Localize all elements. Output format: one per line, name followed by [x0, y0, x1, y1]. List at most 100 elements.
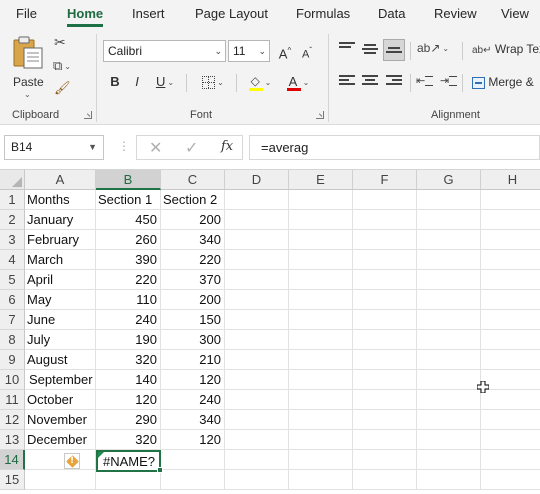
- cell-section-2[interactable]: 240: [161, 390, 225, 410]
- tab-page-layout[interactable]: Page Layout: [195, 6, 268, 21]
- cell-section-1[interactable]: 260: [96, 230, 161, 250]
- column-header-b[interactable]: B: [96, 170, 161, 190]
- cell-month[interactable]: June: [25, 310, 96, 330]
- tab-review[interactable]: Review: [434, 6, 477, 21]
- row-header[interactable]: 12: [0, 410, 25, 430]
- empty-cell[interactable]: [289, 310, 353, 330]
- cell-section-1[interactable]: 120: [96, 390, 161, 410]
- empty-cell[interactable]: [161, 470, 225, 490]
- empty-cell[interactable]: [417, 430, 481, 450]
- bold-button[interactable]: B: [107, 71, 123, 93]
- tab-view[interactable]: View: [501, 6, 529, 21]
- empty-cell[interactable]: [417, 190, 481, 210]
- empty-cell[interactable]: [225, 350, 289, 370]
- cell-section-1[interactable]: 240: [96, 310, 161, 330]
- font-launcher-icon[interactable]: [316, 111, 324, 119]
- grow-font-button[interactable]: A^: [276, 40, 294, 62]
- empty-cell[interactable]: [289, 470, 353, 490]
- empty-cell[interactable]: [289, 250, 353, 270]
- cell-month[interactable]: November: [25, 410, 96, 430]
- empty-cell[interactable]: [353, 470, 417, 490]
- row-header[interactable]: 13: [0, 430, 25, 450]
- empty-cell[interactable]: [225, 270, 289, 290]
- cell-section-1[interactable]: 320: [96, 430, 161, 450]
- cell-month[interactable]: February: [25, 230, 96, 250]
- empty-cell[interactable]: [417, 270, 481, 290]
- header-cell-section-2[interactable]: Section 2: [161, 190, 225, 210]
- cell-month[interactable]: October: [25, 390, 96, 410]
- empty-cell[interactable]: [481, 310, 540, 330]
- cell-section-2[interactable]: 300: [161, 330, 225, 350]
- row-header[interactable]: 11: [0, 390, 25, 410]
- select-all-corner[interactable]: [0, 170, 25, 190]
- empty-cell[interactable]: [353, 450, 417, 470]
- empty-cell[interactable]: [225, 210, 289, 230]
- empty-cell[interactable]: [289, 230, 353, 250]
- empty-cell[interactable]: [481, 390, 540, 410]
- cell-section-2[interactable]: 200: [161, 290, 225, 310]
- empty-cell[interactable]: [417, 370, 481, 390]
- cell-section-2[interactable]: 200: [161, 210, 225, 230]
- header-cell-section-1[interactable]: Section 1: [96, 190, 161, 210]
- empty-cell[interactable]: [417, 470, 481, 490]
- row-header[interactable]: 1: [0, 190, 25, 210]
- row-header[interactable]: 5: [0, 270, 25, 290]
- name-box[interactable]: B14 ▼: [4, 135, 104, 160]
- fill-handle[interactable]: [157, 467, 163, 473]
- cell-section-1[interactable]: 140: [96, 370, 161, 390]
- column-header-a[interactable]: A: [25, 170, 96, 190]
- increase-indent-icon[interactable]: ⇥: [440, 74, 458, 87]
- cell-section-1[interactable]: 220: [96, 270, 161, 290]
- cell-month[interactable]: August: [25, 350, 96, 370]
- empty-cell[interactable]: [289, 410, 353, 430]
- empty-cell[interactable]: [353, 230, 417, 250]
- decrease-indent-icon[interactable]: ⇤: [416, 74, 434, 87]
- empty-cell[interactable]: [289, 330, 353, 350]
- fill-color-button[interactable]: ◇ ⌄: [244, 71, 276, 93]
- row-header[interactable]: 4: [0, 250, 25, 270]
- empty-cell[interactable]: [225, 450, 289, 470]
- empty-cell[interactable]: [481, 230, 540, 250]
- font-name-combo[interactable]: Calibri ⌄: [103, 40, 226, 62]
- row-header[interactable]: 9: [0, 350, 25, 370]
- empty-cell[interactable]: [225, 190, 289, 210]
- cell-section-2[interactable]: 370: [161, 270, 225, 290]
- empty-cell[interactable]: [25, 450, 96, 470]
- empty-cell[interactable]: [481, 330, 540, 350]
- middle-align-icon[interactable]: [362, 44, 378, 58]
- cancel-icon[interactable]: ✕: [149, 138, 162, 158]
- row-header[interactable]: 15: [0, 470, 25, 490]
- cell-section-1[interactable]: 450: [96, 210, 161, 230]
- empty-cell[interactable]: [353, 210, 417, 230]
- empty-cell[interactable]: [481, 450, 540, 470]
- tab-home[interactable]: Home: [67, 6, 103, 21]
- empty-cell[interactable]: [417, 290, 481, 310]
- row-header-selected[interactable]: 14: [0, 450, 25, 470]
- cell-month[interactable]: July: [25, 330, 96, 350]
- font-size-combo[interactable]: 11 ⌄: [228, 40, 270, 62]
- empty-cell[interactable]: [481, 470, 540, 490]
- empty-cell[interactable]: [289, 430, 353, 450]
- cell-section-2[interactable]: 340: [161, 410, 225, 430]
- cell-month[interactable]: January: [25, 210, 96, 230]
- cell-month[interactable]: May: [25, 290, 96, 310]
- empty-cell[interactable]: [353, 330, 417, 350]
- shrink-font-button[interactable]: Aˇ: [298, 40, 316, 62]
- empty-cell[interactable]: [353, 370, 417, 390]
- empty-cell[interactable]: [289, 350, 353, 370]
- empty-cell[interactable]: [353, 190, 417, 210]
- empty-cell[interactable]: [225, 390, 289, 410]
- column-header-g[interactable]: G: [417, 170, 481, 190]
- empty-cell[interactable]: [417, 350, 481, 370]
- align-right-icon[interactable]: [386, 75, 402, 89]
- empty-cell[interactable]: [481, 190, 540, 210]
- row-header[interactable]: 7: [0, 310, 25, 330]
- empty-cell[interactable]: [481, 410, 540, 430]
- cell-month[interactable]: March: [25, 250, 96, 270]
- empty-cell[interactable]: [225, 330, 289, 350]
- empty-cell[interactable]: [353, 430, 417, 450]
- empty-cell[interactable]: [417, 330, 481, 350]
- worksheet-grid[interactable]: A B C D E F G H 1 2 3 4 5 6 7 8 9 10 11 …: [0, 170, 540, 494]
- cell-section-1[interactable]: 110: [96, 290, 161, 310]
- empty-cell[interactable]: [225, 310, 289, 330]
